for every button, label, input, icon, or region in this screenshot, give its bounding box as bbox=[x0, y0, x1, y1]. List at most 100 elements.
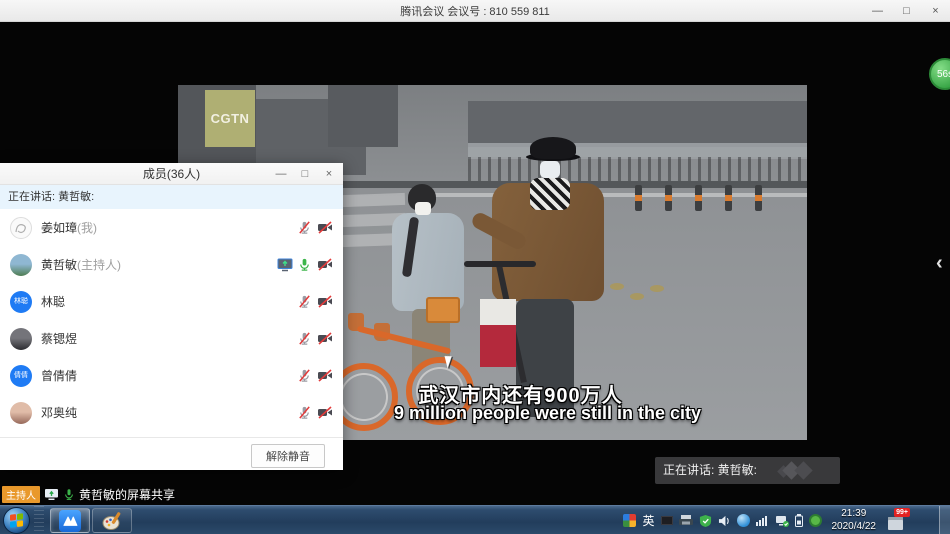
screen-share-icon bbox=[44, 488, 59, 501]
stone bbox=[630, 293, 644, 300]
printer-icon[interactable] bbox=[679, 515, 693, 526]
meeting-watermark-icon bbox=[794, 461, 812, 479]
road-marking bbox=[428, 193, 807, 197]
member-avatar: 林聪 bbox=[10, 291, 32, 313]
close-icon[interactable]: × bbox=[317, 163, 341, 185]
wallet-icon[interactable] bbox=[809, 514, 822, 527]
stone bbox=[610, 283, 624, 290]
camera-off-icon[interactable] bbox=[317, 294, 333, 309]
window-stack-icon bbox=[888, 517, 903, 530]
system-tray: 英 21:39 2020/4/22 bbox=[623, 506, 906, 534]
close-icon[interactable]: × bbox=[921, 0, 950, 22]
clock-time: 21:39 bbox=[832, 508, 877, 521]
camera-off-icon[interactable] bbox=[317, 257, 333, 272]
mic-muted-icon[interactable] bbox=[297, 405, 313, 420]
member-row[interactable]: 黄哲敏(主持人) bbox=[0, 246, 343, 283]
tencent-meeting-icon bbox=[59, 510, 81, 532]
member-role-suffix: (我) bbox=[77, 219, 97, 236]
unmute-button[interactable]: 解除静音 bbox=[251, 444, 325, 468]
members-panel: 成员(36人) — □ × 正在讲话: 黄哲敏: 姜如璋(我)黄哲敏(主持人)林… bbox=[0, 163, 343, 470]
members-panel-title: 成员(36人) bbox=[143, 165, 200, 182]
member-name: 林聪 bbox=[41, 293, 65, 310]
maximize-icon[interactable]: □ bbox=[293, 163, 317, 185]
bollard bbox=[665, 185, 672, 211]
network-icon[interactable] bbox=[775, 515, 789, 527]
volume-icon[interactable] bbox=[718, 515, 731, 527]
taskbar: 英 21:39 2020/4/22 bbox=[0, 505, 950, 534]
battery-icon[interactable] bbox=[795, 514, 803, 527]
clock-date: 2020/4/22 bbox=[832, 521, 877, 534]
member-status-icons bbox=[297, 331, 333, 346]
unread-count-badge: 99+ bbox=[894, 508, 910, 517]
host-badge: 主持人 bbox=[2, 486, 40, 503]
mic-muted-icon[interactable] bbox=[297, 220, 313, 235]
screen-sharing-icon[interactable] bbox=[277, 257, 293, 272]
member-avatar bbox=[10, 254, 32, 276]
member-list: 姜如璋(我)黄哲敏(主持人)林聪林聪蔡锶煜倩倩曾倩倩邓奥纯 bbox=[0, 209, 343, 437]
signal-icon[interactable] bbox=[756, 515, 769, 526]
timer-bubble[interactable]: 56s bbox=[929, 58, 950, 90]
man-hat bbox=[530, 137, 576, 159]
man-mask bbox=[540, 161, 560, 178]
building-shape bbox=[328, 85, 398, 147]
mic-muted-icon[interactable] bbox=[297, 294, 313, 309]
taskbar-item-tencent-meeting[interactable] bbox=[50, 508, 90, 533]
member-row[interactable]: 林聪 林聪 bbox=[0, 283, 343, 320]
taskbar-item-messenger[interactable]: 99+ bbox=[888, 512, 906, 530]
bollard bbox=[635, 185, 642, 211]
start-button[interactable] bbox=[3, 507, 30, 534]
shield-icon[interactable] bbox=[699, 514, 712, 528]
members-panel-titlebar[interactable]: 成员(36人) — □ × bbox=[0, 163, 343, 185]
member-status-icons bbox=[297, 405, 333, 420]
member-name: 姜如璋 bbox=[41, 219, 77, 236]
browser-icon[interactable] bbox=[737, 514, 750, 527]
camera-off-icon[interactable] bbox=[317, 331, 333, 346]
minimize-icon[interactable]: — bbox=[863, 0, 892, 22]
mic-muted-icon[interactable] bbox=[297, 368, 313, 383]
member-status-icons bbox=[297, 220, 333, 235]
stone bbox=[650, 285, 664, 292]
show-desktop-button[interactable] bbox=[939, 506, 950, 534]
shopping-bag bbox=[480, 325, 516, 367]
ime-icon[interactable] bbox=[623, 514, 636, 527]
keyboard-icon[interactable] bbox=[661, 516, 673, 525]
paint-icon bbox=[101, 510, 123, 532]
bollard bbox=[755, 185, 762, 211]
cgtn-logo: CGTN bbox=[205, 90, 255, 147]
bicycle-basket bbox=[426, 297, 460, 323]
member-status-icons bbox=[297, 294, 333, 309]
avatar-initials: 林聪 bbox=[14, 298, 28, 305]
taskbar-clock[interactable]: 21:39 2020/4/22 bbox=[832, 508, 877, 533]
restore-icon[interactable]: □ bbox=[892, 0, 921, 22]
member-row[interactable]: 姜如璋(我) bbox=[0, 209, 343, 246]
member-row[interactable]: 邓奥纯 bbox=[0, 394, 343, 431]
shopping-bag bbox=[480, 299, 516, 325]
speaking-indicator: 正在讲话: 黄哲敏: bbox=[655, 457, 840, 484]
member-row[interactable]: 倩倩曾倩倩 bbox=[0, 357, 343, 394]
taskbar-grip bbox=[34, 506, 44, 534]
tencent-meeting-window: 腾讯会议 会议号 : 810 559 811 — □ × bbox=[0, 0, 950, 534]
window-controls: — □ × bbox=[863, 0, 950, 22]
member-name: 邓奥纯 bbox=[41, 404, 77, 421]
member-status-icons bbox=[277, 257, 333, 272]
member-avatar bbox=[10, 402, 32, 424]
minimize-icon[interactable]: — bbox=[269, 163, 293, 185]
mic-on-icon[interactable] bbox=[297, 257, 313, 272]
language-indicator[interactable]: 英 bbox=[642, 512, 654, 529]
taskbar-item-paint[interactable] bbox=[92, 508, 132, 533]
member-name: 蔡锶煜 bbox=[41, 330, 77, 347]
window-title: 腾讯会议 会议号 : 810 559 811 bbox=[400, 3, 550, 19]
camera-off-icon[interactable] bbox=[317, 368, 333, 383]
speaking-banner: 正在讲话: 黄哲敏: bbox=[0, 185, 343, 209]
member-status-icons bbox=[297, 368, 333, 383]
chevron-left-icon[interactable]: ‹ bbox=[936, 252, 943, 275]
woman-mask bbox=[415, 202, 431, 215]
mic-muted-icon[interactable] bbox=[297, 331, 313, 346]
windows-logo-icon bbox=[10, 513, 23, 527]
member-row[interactable]: 蔡锶煜 bbox=[0, 320, 343, 357]
member-avatar bbox=[10, 328, 32, 350]
camera-off-icon[interactable] bbox=[317, 220, 333, 235]
camera-off-icon[interactable] bbox=[317, 405, 333, 420]
window-titlebar: 腾讯会议 会议号 : 810 559 811 — □ × bbox=[0, 0, 950, 22]
speaking-indicator-text: 正在讲话: 黄哲敏: bbox=[663, 463, 757, 477]
